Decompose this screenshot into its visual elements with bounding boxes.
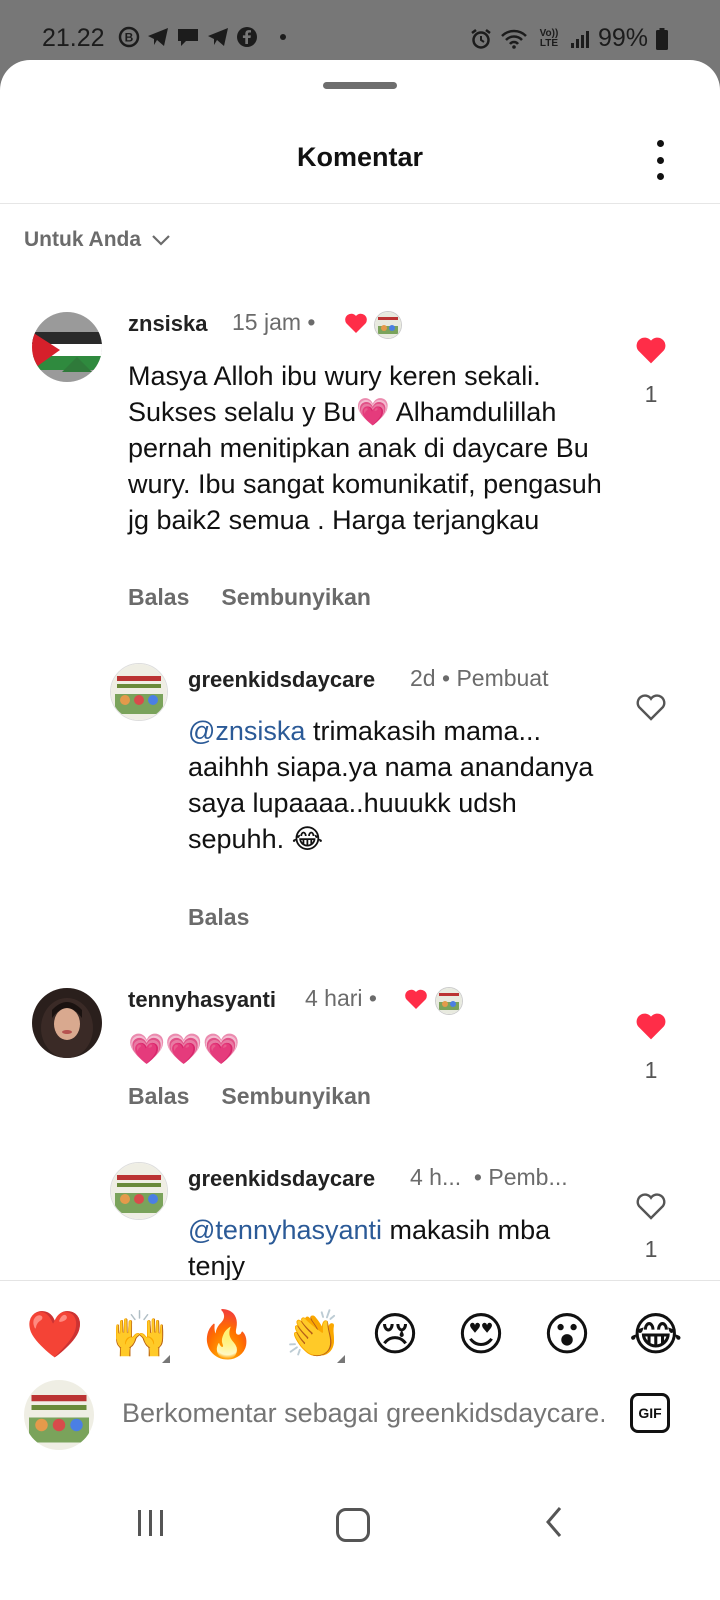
recent-apps-icon[interactable] [138,1510,163,1536]
comment-input[interactable] [122,1398,604,1429]
creator-liked-heart-icon [405,989,427,1009]
system-nav-bar [0,1460,720,1600]
emoji-raising-hands[interactable]: 🙌 [111,1309,168,1359]
comment-actions: Balas [188,904,249,931]
home-icon[interactable] [336,1508,370,1542]
emoji-surprised[interactable]: 😮 [543,1309,591,1359]
reply-button[interactable]: Balas [188,904,249,931]
like-heart-icon[interactable] [631,335,671,370]
sort-dropdown[interactable]: Untuk Anda [24,228,171,252]
comment-input-row: GIF [0,1380,720,1460]
emoji-crying[interactable]: 😢 [371,1309,419,1359]
comment-text: @tennyhasyanti makasih mba tenjy [188,1215,551,1281]
comment-text: @znsiska trimakasih mama... aaihhh siapa… [188,716,594,854]
like-count: 1 [644,381,658,407]
signal-icon [570,30,589,48]
skin-tone-indicator [162,1355,170,1363]
svg-text:B: B [125,31,134,45]
comment-time: 4 hari • [305,985,377,1011]
creator-badge: Pemb... [488,1164,568,1190]
comments-sheet: Komentar Untuk Anda znsiska 15 jam • Mas… [0,60,720,1600]
comment-username[interactable]: greenkidsdaycare [188,667,375,693]
telegram-icon [148,28,168,46]
beetalk-icon: B [118,26,140,48]
current-user-avatar [24,1380,94,1450]
facebook-icon [237,27,257,47]
hide-button[interactable]: Sembunyikan [221,584,371,611]
system-status-icons: Vo)) LTE 99% [470,24,668,53]
comment-text: 💗💗💗 [128,1033,241,1066]
like-count: 1 [644,1236,658,1262]
reply-button[interactable]: Balas [128,584,189,611]
chat-bubble-icon [178,29,198,46]
drag-handle[interactable] [323,82,397,89]
comment-actions: Balas Sembunyikan [128,1083,371,1110]
creator-liked-heart-icon [345,313,367,333]
battery-percent: 99% [597,24,648,52]
avatar[interactable] [32,312,102,382]
chevron-down-icon [152,235,170,246]
like-heart-outline-icon[interactable] [631,692,671,727]
comment-username[interactable]: tennyhasyanti [128,987,276,1013]
sheet-title: Komentar [296,142,424,172]
notification-icons: B [118,26,286,48]
alarm-icon [471,28,491,49]
back-icon[interactable] [544,1506,564,1538]
emoji-fire[interactable]: 🔥 [198,1309,255,1359]
creator-badge: Pembuat [456,665,549,691]
comment-actions: Balas Sembunyikan [128,584,371,611]
status-time: 21.22 [42,24,105,52]
emoji-tears-of-joy[interactable]: 😂 [629,1309,683,1359]
mention-link[interactable]: @tennyhasyanti [188,1215,382,1245]
avatar[interactable] [110,663,168,721]
reply-button[interactable]: Balas [128,1083,189,1110]
sort-label: Untuk Anda [24,228,142,251]
more-notifications-dot [280,34,286,40]
gif-button[interactable]: GIF [630,1393,670,1433]
comment-text: Masya Alloh ibu wury keren sekali. Sukse… [128,361,602,535]
avatar[interactable] [32,988,102,1058]
like-heart-outline-icon[interactable] [631,1191,671,1226]
mention-link[interactable]: @znsiska [188,716,305,746]
like-count: 1 [644,1057,658,1083]
emoji-quick-bar: ❤️ 🙌 🔥 👏 😢 😍 😮 😂 [0,1280,720,1381]
emoji-heart[interactable]: ❤️ [26,1309,83,1359]
header-divider [0,203,720,204]
more-options-icon[interactable] [650,140,670,180]
comment-time: 15 jam • [232,309,316,335]
like-heart-icon[interactable] [631,1011,671,1046]
emoji-heart-eyes[interactable]: 😍 [457,1309,505,1359]
telegram-icon [208,28,228,46]
comment-username[interactable]: znsiska [128,311,208,337]
comment-time: 2d • Pembuat [410,665,549,691]
wifi-icon [501,29,527,49]
comment-time: 4 h... • Pemb... [410,1164,568,1190]
skin-tone-indicator [337,1355,345,1363]
hide-button[interactable]: Sembunyikan [221,1083,371,1110]
volte-lte-indicator: Vo)) LTE [539,27,559,49]
emoji-clapping[interactable]: 👏 [285,1309,342,1359]
creator-avatar-small [435,987,463,1015]
avatar[interactable] [110,1162,168,1220]
creator-avatar-small [374,311,402,339]
battery-icon [656,27,668,50]
comment-username[interactable]: greenkidsdaycare [188,1166,375,1192]
